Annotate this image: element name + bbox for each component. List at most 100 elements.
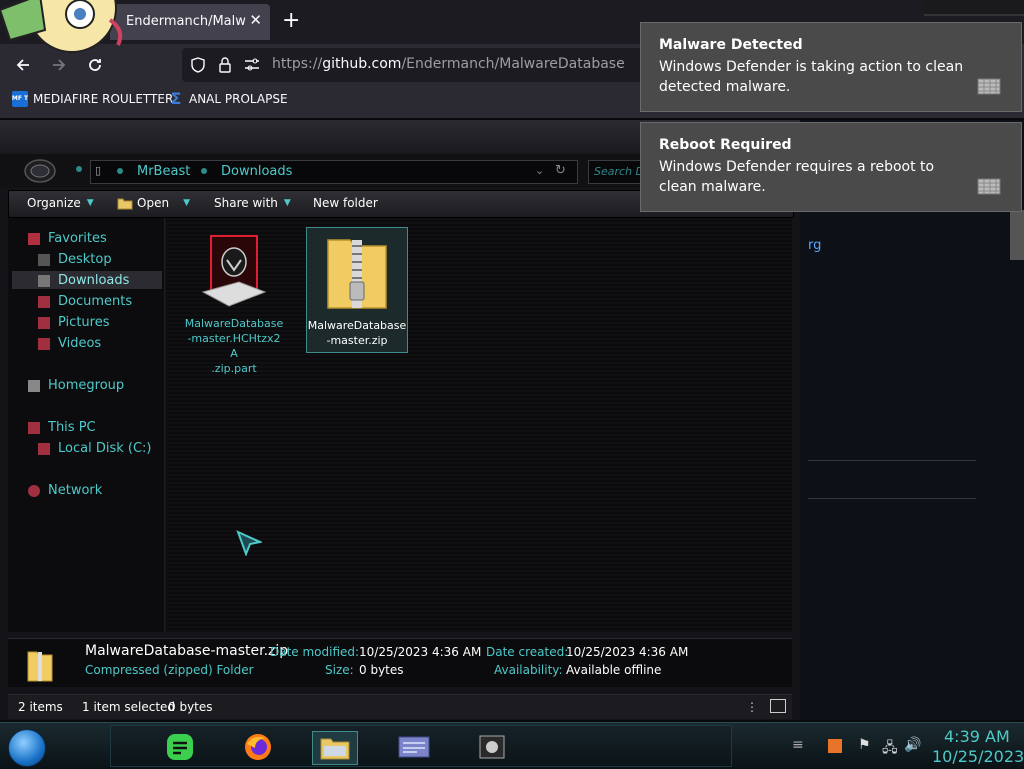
bookmark-mediafire[interactable]: MF T MEDIAFIRE ROULETTER	[12, 90, 173, 108]
nav-label: Local Disk (C:)	[58, 441, 152, 456]
tab-close-icon[interactable]: ✕	[249, 11, 262, 29]
nav-homegroup[interactable]: Homegroup	[28, 378, 124, 393]
volume-icon[interactable]: 🔊	[904, 737, 921, 753]
nav-label: Downloads	[58, 273, 130, 288]
status-bar: 2 items 1 item selected 0 bytes ⋮	[8, 694, 792, 719]
crumb-separator-icon	[117, 168, 123, 174]
share-with-button[interactable]: Share with ▼	[214, 196, 291, 210]
firefox-icon[interactable]	[236, 731, 280, 763]
organize-button[interactable]: Organize ▼	[27, 196, 94, 210]
lock-icon[interactable]	[218, 57, 232, 73]
mouse-cursor-icon	[236, 530, 262, 556]
nav-documents[interactable]: Documents	[38, 294, 132, 309]
availability-label: Availability:	[494, 663, 563, 677]
homegroup-icon	[28, 379, 40, 392]
mascot-sticker-icon	[0, 0, 130, 60]
tab-title: Endermanch/Malware	[126, 14, 246, 29]
defender-icon[interactable]	[470, 731, 514, 763]
computer-icon: ▯	[95, 164, 102, 177]
pictures-icon	[38, 316, 50, 329]
nav-label: Homegroup	[48, 378, 125, 393]
clock-time[interactable]: 4:39 AM	[944, 727, 1010, 746]
nav-favorites[interactable]: Favorites	[28, 231, 107, 246]
breadcrumb-downloads[interactable]: Downloads	[221, 164, 292, 179]
notes-app-icon[interactable]	[158, 731, 202, 763]
mediafire-icon: MF T	[12, 91, 28, 107]
nav-pictures[interactable]: Pictures	[38, 315, 109, 330]
back-orb-icon[interactable]	[24, 158, 56, 184]
nav-local-disk[interactable]: Local Disk (C:)	[38, 441, 151, 456]
disk-icon	[38, 442, 50, 455]
open-button[interactable]: Open ▼	[117, 196, 190, 210]
large-icons-view-icon[interactable]	[770, 699, 786, 713]
scrollbar-thumb[interactable]	[1010, 210, 1024, 260]
partial-link[interactable]: rg	[808, 238, 821, 253]
nav-videos[interactable]: Videos	[38, 336, 101, 351]
new-folder-button[interactable]: New folder	[313, 196, 378, 210]
details-view-icon[interactable]: ⋮	[746, 700, 758, 714]
nav-label: Documents	[58, 294, 133, 309]
file-item-selected[interactable]: MalwareDatabase -master.zip	[306, 227, 408, 353]
bookmark-sigma[interactable]: Σ ANAL PROLAPSE	[168, 90, 288, 108]
address-bar[interactable]: ▯ MrBeast Downloads ⌄ ↻	[90, 160, 578, 184]
control-panel-icon[interactable]	[392, 731, 436, 763]
toast-reboot-required[interactable]: Reboot Required Windows Defender require…	[640, 122, 1022, 212]
nav-desktop[interactable]: Desktop	[38, 252, 112, 267]
toast-title: Malware Detected	[659, 37, 803, 53]
action-center-flag-icon[interactable]: ⚑	[858, 737, 871, 753]
network-icon	[28, 484, 40, 497]
dropdown-arrow-icon: ▼	[283, 198, 291, 208]
permissions-icon[interactable]	[244, 58, 260, 72]
url-text[interactable]: https://github.com/Endermanch/MalwareDat…	[272, 56, 625, 72]
nav-label: Videos	[58, 336, 102, 351]
start-button[interactable]	[8, 729, 46, 767]
share-with-label: Share with	[214, 196, 278, 210]
nav-label: Network	[48, 483, 103, 498]
new-tab-button[interactable]: +	[282, 8, 300, 34]
bookmark-label: MEDIAFIRE ROULETTER	[33, 92, 174, 106]
size-label: Size:	[325, 663, 354, 677]
file-name-line: -master.HCHtzx2A	[187, 332, 281, 360]
sigma-icon: Σ	[170, 89, 182, 108]
dropdown-arrow-icon: ▼	[183, 198, 190, 208]
nav-this-pc[interactable]: This PC	[28, 420, 96, 435]
item-count: 2 items	[18, 700, 63, 714]
network-tray-icon[interactable]: 🖧	[882, 737, 898, 761]
history-dot-icon[interactable]	[76, 166, 82, 172]
file-name: MalwareDatabase -master.zip	[307, 318, 407, 348]
selection-count: 1 item selected	[82, 700, 176, 714]
nav-downloads[interactable]: Downloads	[38, 273, 129, 288]
refresh-icon[interactable]: ↻	[555, 163, 566, 178]
date-created-label: Date created:	[486, 645, 569, 659]
clock-date[interactable]: 10/25/2023	[932, 747, 1024, 766]
chevron-down-icon[interactable]: ⌄	[535, 164, 544, 177]
defender-castle-icon	[977, 178, 1001, 195]
nav-label: Pictures	[58, 315, 110, 330]
defender-castle-icon	[977, 78, 1001, 95]
toast-body: Windows Defender is taking action to cle…	[659, 59, 964, 95]
desktop-icon	[38, 253, 50, 266]
computer-icon	[28, 421, 40, 434]
toast-malware-detected[interactable]: Malware Detected Windows Defender is tak…	[640, 22, 1022, 112]
file-explorer-icon[interactable]	[312, 731, 358, 765]
breadcrumb-mrbeast[interactable]: MrBeast	[137, 164, 190, 179]
file-item[interactable]: MalwareDatabase -master.HCHtzx2A .zip.pa…	[184, 230, 284, 376]
selection-size: 0 bytes	[168, 700, 213, 714]
file-name-line: MalwareDatabase	[184, 317, 284, 330]
divider	[808, 498, 976, 499]
folder-icon	[117, 198, 133, 210]
browser-tab[interactable]: Endermanch/Malware ✕	[110, 4, 270, 40]
nav-network[interactable]: Network	[28, 483, 102, 498]
favorites-icon	[28, 232, 40, 245]
dropdown-arrow-icon: ▼	[86, 198, 94, 208]
zip-folder-icon	[327, 239, 387, 309]
zip-folder-icon	[27, 651, 53, 682]
new-folder-label: New folder	[313, 196, 378, 210]
file-name-line: .zip.part	[211, 362, 257, 375]
shield-icon[interactable]	[190, 57, 206, 73]
url-bar[interactable]: https://github.com/Endermanch/MalwareDat…	[182, 48, 652, 82]
file-name-line: -master.zip	[326, 334, 388, 347]
navigation-pane: Favorites Desktop Downloads Documents Pi…	[8, 218, 165, 632]
show-hidden-icons-icon[interactable]: ≡	[792, 737, 804, 753]
tray-app-icon[interactable]	[828, 739, 842, 753]
